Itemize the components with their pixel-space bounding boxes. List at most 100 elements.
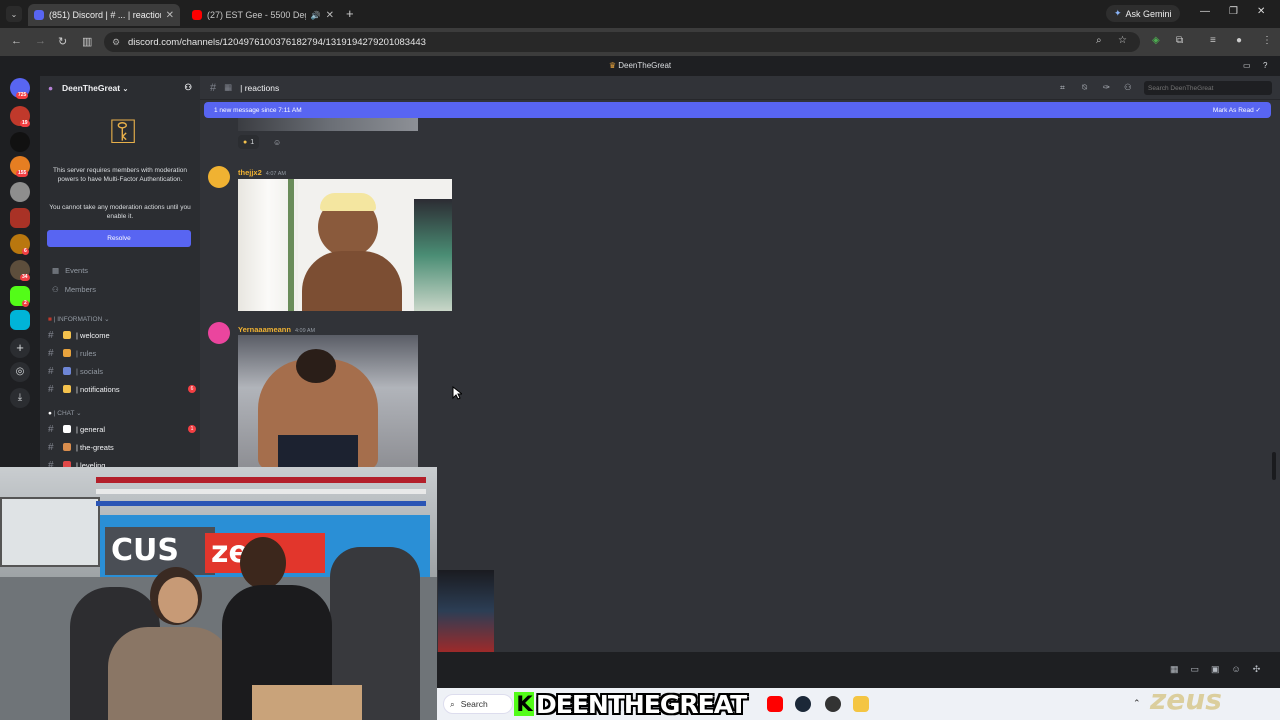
taskbar-search[interactable]: ⌕ Search (443, 694, 513, 714)
message-author[interactable]: thejjx2 4:07 AM (238, 168, 286, 177)
url-text: discord.com/channels/1204976100376182794… (128, 36, 426, 48)
tab-discord[interactable]: (851) Discord | # ... | reactions ✕ (28, 4, 180, 26)
ask-gemini-label: Ask Gemini (1125, 8, 1172, 19)
discover-compass-icon[interactable]: ◎ (10, 362, 30, 382)
chevron-down-icon: ⌄ (76, 410, 82, 417)
speech-bubble-icon: ● (48, 410, 52, 417)
browser-tab-bar: ⌄ (851) Discord | # ... | reactions ✕ (2… (0, 0, 1280, 28)
search-input[interactable] (1144, 81, 1272, 95)
media-icon[interactable]: ≡ (1210, 35, 1216, 46)
server-badge: 34 (20, 274, 30, 281)
channel-socials[interactable]: # | socials (48, 364, 196, 378)
profile-avatar[interactable]: ● (1236, 35, 1242, 46)
file-explorer-icon[interactable] (853, 696, 869, 712)
message-timestamp: 4:09 AM (294, 328, 316, 334)
channel-label: | rules (76, 348, 97, 358)
maximize-icon[interactable]: ❐ (1229, 6, 1238, 17)
threads-icon[interactable]: ⌗ (1060, 82, 1065, 93)
reaction-chip[interactable]: ● 1 (238, 135, 260, 149)
minimize-icon[interactable]: — (1200, 6, 1210, 17)
hash-icon: # (48, 347, 54, 359)
channel-rules[interactable]: # | rules (48, 346, 196, 360)
download-icon[interactable]: ⤓ (10, 388, 30, 408)
grid-icon[interactable]: ▦ (1170, 664, 1179, 675)
member-list-icon[interactable]: ⚇ (1124, 82, 1132, 93)
image-attachment[interactable] (238, 335, 418, 467)
category-label: | INFORMATION (53, 316, 103, 323)
channel-header-title: | reactions (240, 82, 280, 93)
hash-icon: # (48, 423, 54, 435)
invite-people-icon[interactable]: ⚇ (184, 82, 192, 93)
channel-general[interactable]: # | general 1 (48, 422, 196, 436)
add-server-icon[interactable]: + (10, 338, 30, 358)
emoji-icon[interactable]: ☺ (1232, 664, 1241, 675)
extensions-puzzle-icon[interactable]: ⧉ (1176, 35, 1183, 46)
site-info-icon[interactable]: ⚙ (112, 37, 120, 48)
steam-app-icon[interactable] (795, 696, 811, 712)
avatar[interactable] (208, 166, 230, 188)
channel-header: # ▦ | reactions ⌗ ⍉ ✑ ⚇ (200, 76, 1280, 100)
events-link[interactable]: ▦ Events (52, 266, 88, 275)
tab-title: (27) EST Gee - 5500 Degrees (207, 10, 306, 20)
pin-icon[interactable]: ✑ (1103, 82, 1110, 93)
server-icon[interactable] (10, 132, 30, 152)
category-chat[interactable]: ● | CHAT ⌄ (48, 409, 82, 417)
kick-logo-icon: K (514, 692, 534, 716)
mfa-subnotice: You cannot take any moderation actions u… (49, 204, 191, 220)
screen-icon[interactable]: ▭ (1191, 664, 1200, 675)
url-field[interactable]: ⚙ discord.com/channels/12049761003761827… (104, 32, 1140, 52)
mute-bell-icon[interactable]: ⍉ (1082, 82, 1087, 93)
zoom-icon[interactable]: ⌕ (1096, 35, 1102, 46)
mark-as-read-button[interactable]: Mark As Read ✓ (1213, 106, 1261, 114)
bookmark-star-icon[interactable]: ☆ (1118, 35, 1127, 46)
previous-image-attachment[interactable] (238, 118, 418, 131)
channel-welcome[interactable]: # | welcome (48, 328, 196, 342)
forward-icon[interactable]: → (35, 35, 46, 47)
chat-scrollbar[interactable] (1272, 452, 1276, 480)
server-icon[interactable] (10, 182, 30, 202)
gift-icon[interactable]: ▣ (1211, 664, 1220, 675)
search-icon: ⌕ (450, 698, 455, 709)
inbox-icon[interactable]: ▭ (1243, 56, 1251, 76)
resolve-button[interactable]: Resolve (47, 230, 191, 247)
window-close-icon[interactable]: ✕ (1257, 6, 1265, 17)
tab-youtube[interactable]: (27) EST Gee - 5500 Degrees 🔊 ✕ (186, 4, 340, 26)
back-icon[interactable]: ← (11, 35, 22, 47)
banner-text: DEENTHEGREAT (536, 689, 747, 719)
reload-icon[interactable]: ↻ (58, 35, 67, 48)
menu-kebab-icon[interactable]: ⋮ (1262, 35, 1272, 46)
message-author[interactable]: Yernaaameann 4:09 AM (238, 325, 315, 334)
speaker-icon[interactable]: 🔊 (311, 11, 321, 20)
obs-app-icon[interactable] (825, 696, 841, 712)
webcam-overlay: CUS zeu (0, 467, 437, 720)
new-messages-bar[interactable]: 1 new message since 7:11 AM Mark As Read… (204, 102, 1271, 118)
category-information[interactable]: ■ | INFORMATION ⌄ (48, 315, 110, 323)
add-reaction-icon[interactable]: ☺ (273, 138, 281, 147)
server-icon[interactable] (10, 310, 30, 330)
server-badge-icon: ● (48, 83, 54, 93)
close-tab-icon[interactable]: ✕ (166, 10, 174, 21)
server-badge: 2 (22, 300, 29, 307)
channel-the-greats[interactable]: # | the-greats (48, 440, 196, 454)
video-thumbnail[interactable] (438, 570, 494, 652)
channel-notifications[interactable]: # | notifications 6 (48, 382, 196, 396)
image-attachment[interactable] (238, 179, 452, 311)
tab-search-icon[interactable]: ⌄ (6, 6, 22, 22)
members-link[interactable]: ⚇ Members (52, 285, 96, 294)
tray-chevron-up-icon[interactable]: ⌃ (1133, 698, 1141, 709)
key-icon: ⚿ (110, 113, 136, 151)
bell-emoji-icon (63, 385, 71, 393)
sidepanel-icon[interactable]: ▥ (82, 35, 92, 48)
new-tab-button[interactable]: + (346, 6, 354, 21)
help-icon[interactable]: ? (1263, 56, 1267, 76)
avatar[interactable] (208, 322, 230, 344)
ask-gemini-button[interactable]: ✦ Ask Gemini (1106, 5, 1180, 22)
server-icon[interactable] (10, 208, 30, 228)
extension-icon[interactable]: ◈ (1152, 35, 1160, 46)
apps-icon[interactable]: ✣ (1253, 664, 1261, 675)
server-name-header[interactable]: ● DeenTheGreat ⌄ ⚇ (40, 76, 200, 100)
discord-title-bar: ♛ DeenTheGreat ▭ ? (0, 56, 1280, 76)
username: Yernaaameann (238, 325, 291, 334)
youtube-app-icon[interactable] (767, 696, 783, 712)
close-tab-icon[interactable]: ✕ (326, 10, 334, 21)
